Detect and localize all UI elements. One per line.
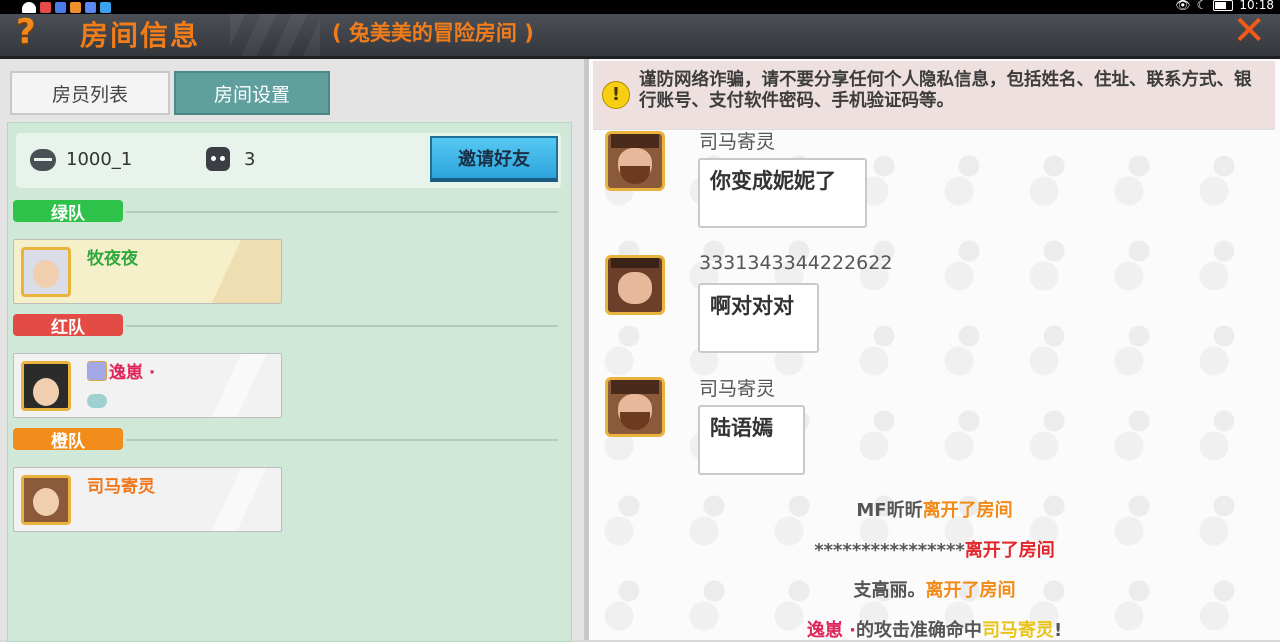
room-header: ? 房间信息 ( 兔美美的冒险房间 ) ✕: [0, 8, 1280, 59]
status-bar: 👁 ☾ 10:18: [0, 0, 1280, 14]
chat-panel: ! 谨防网络诈骗，请不要分享任何个人隐私信息，包括姓名、住址、联系方式、银行账号…: [589, 59, 1280, 640]
member-card[interactable]: 逸崽 ·: [13, 353, 282, 418]
system-actor: 支高丽。: [853, 580, 926, 601]
message-sender: 司马寄灵: [699, 378, 776, 400]
close-button[interactable]: ✕: [1232, 8, 1266, 54]
avatar[interactable]: [605, 255, 665, 315]
system-action: 离开了房间: [922, 500, 1013, 521]
member-card[interactable]: 牧夜夜: [13, 239, 282, 304]
system-message: 支高丽。离开了房间: [589, 576, 1280, 602]
app-notification-icon: [40, 1, 51, 13]
member-name-text: 逸崽 ·: [109, 363, 156, 383]
room-members-panel: 房员列表 房间设置 1000_1 3 邀请好友 绿队 牧夜夜 红队 逸崽 · 橙…: [0, 59, 584, 642]
battery-icon: [1213, 0, 1234, 11]
message-bubble: 陆语嫣: [698, 405, 805, 475]
system-actor: 逸崽 ·: [806, 620, 856, 640]
divider: [126, 439, 558, 441]
system-actor: MF昕昕: [856, 500, 923, 521]
vip-badge-icon: [87, 361, 107, 381]
help-button[interactable]: ?: [16, 12, 36, 52]
member-name: 逸崽 ·: [87, 358, 155, 383]
system-action: 的攻击准确命中: [855, 620, 982, 640]
app-notification-icon: [55, 1, 66, 13]
message-sender: 司马寄灵: [699, 131, 776, 153]
team-label-red: 红队: [13, 314, 123, 338]
warning-icon: !: [602, 81, 630, 109]
avatar: [21, 247, 71, 297]
system-action: 离开了房间: [964, 540, 1055, 561]
app-notification-icon: [85, 1, 96, 13]
room-id: 1000_1: [66, 149, 133, 170]
avatar[interactable]: [605, 131, 665, 191]
header-decoration: [230, 14, 320, 56]
wifi-icon: [22, 1, 36, 13]
page-title: 房间信息: [80, 19, 201, 52]
room-info-bar: 1000_1 3 邀请好友: [16, 133, 561, 188]
room-icon: [30, 149, 56, 171]
system-target: 司马寄灵: [981, 620, 1054, 640]
tab-member-list[interactable]: 房员列表: [10, 71, 170, 115]
system-message: 逸崽 ·的攻击准确命中司马寄灵!: [589, 616, 1280, 640]
system-punctuation: !: [1053, 620, 1063, 640]
team-label-orange: 橙队: [13, 428, 123, 452]
message-bubble: 你变成妮妮了: [698, 158, 867, 228]
card-decoration: [211, 354, 281, 417]
system-message: MF昕昕离开了房间: [589, 496, 1280, 522]
player-count-icon: [206, 147, 230, 171]
cloud-icon: [87, 394, 107, 408]
eye-icon: 👁: [1175, 0, 1191, 12]
member-name: 司马寄灵: [87, 477, 155, 497]
chat-background: [589, 131, 1280, 640]
moon-icon: ☾: [1196, 0, 1208, 12]
invite-friends-button[interactable]: 邀请好友: [430, 136, 558, 182]
fraud-warning-banner: ! 谨防网络诈骗，请不要分享任何个人隐私信息，包括姓名、住址、联系方式、银行账号…: [593, 61, 1275, 130]
system-action: 离开了房间: [925, 580, 1016, 601]
divider: [126, 211, 558, 213]
divider: [126, 325, 558, 327]
tab-room-settings[interactable]: 房间设置: [174, 71, 330, 115]
message-sender: 3331343344222622: [699, 252, 893, 274]
card-decoration: [211, 240, 281, 303]
avatar: [21, 361, 71, 411]
card-decoration: [211, 468, 281, 531]
room-name: ( 兔美美的冒险房间 ): [332, 21, 534, 45]
app-notification-icon: [100, 1, 111, 13]
warning-text: 谨防网络诈骗，请不要分享任何个人隐私信息，包括姓名、住址、联系方式、银行账号、支…: [639, 70, 1252, 111]
app-notification-icon: [70, 1, 81, 13]
team-label-green: 绿队: [13, 200, 123, 224]
member-card[interactable]: 司马寄灵: [13, 467, 282, 532]
avatar: [21, 475, 71, 525]
player-count: 3: [244, 149, 256, 170]
member-name: 牧夜夜: [87, 249, 138, 269]
system-message: ****************离开了房间: [589, 536, 1280, 562]
message-bubble: 啊对对对: [698, 283, 819, 353]
avatar[interactable]: [605, 377, 665, 437]
member-list-area: 1000_1 3 邀请好友 绿队 牧夜夜 红队 逸崽 · 橙队 司马寄灵: [7, 122, 572, 642]
system-actor: ****************: [814, 540, 965, 561]
